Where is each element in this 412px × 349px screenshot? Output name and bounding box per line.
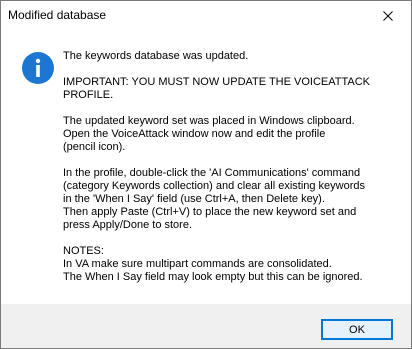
dialog-content: The keywords database was updated. IMPOR… [1,31,411,304]
message-line-important: IMPORTANT: YOU MUST NOW UPDATE THE VOICE… [63,76,371,101]
dialog-message: The keywords database was updated. IMPOR… [63,50,403,284]
dialog-window: Modified database The keywords database … [0,0,412,349]
ok-button[interactable]: OK [321,319,393,340]
button-bar: OK [1,304,411,348]
message-line-notes: NOTES: In VA make sure multipart command… [63,245,363,283]
message-line-clipboard: The updated keyword set was placed in Wi… [63,115,355,153]
message-line-instructions: In the profile, double-click the 'AI Com… [63,167,366,231]
title-bar[interactable]: Modified database [1,1,411,31]
message-line-updated: The keywords database was updated. [63,50,249,62]
close-button[interactable] [365,1,411,31]
info-icon [22,52,54,84]
window-title: Modified database [8,8,107,22]
close-icon [383,11,393,21]
